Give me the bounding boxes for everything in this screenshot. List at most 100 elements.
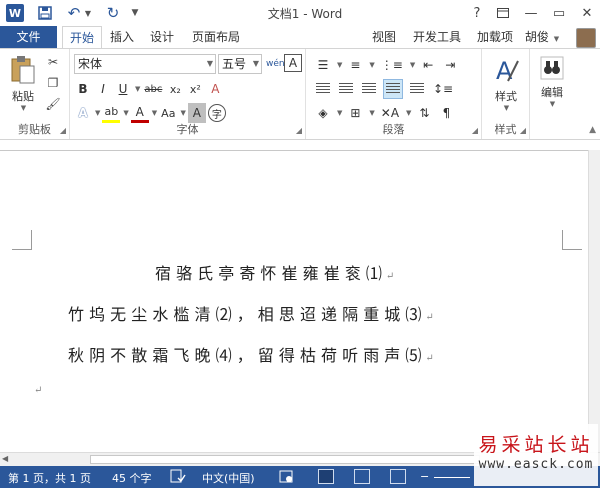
print-layout-icon[interactable] [354, 469, 370, 484]
tab-design[interactable]: 设计 [144, 26, 180, 48]
horizontal-scroll-thumb[interactable] [90, 455, 480, 464]
cut-icon[interactable]: ✂ [44, 53, 62, 71]
multilevel-list-button[interactable]: ⋮≡ [379, 55, 405, 75]
close-button[interactable]: ✕ [574, 3, 600, 23]
zoom-out-icon[interactable]: − [420, 470, 429, 483]
window-title: 文档1 - Word [267, 7, 343, 21]
customize-qat-icon[interactable]: ▼ [130, 4, 140, 22]
page-count[interactable]: 第 1 页，共 1 页 [8, 470, 91, 486]
font-name-select[interactable]: 宋体 ▼ [74, 54, 216, 74]
styles-button[interactable]: A 样式 ▼ [486, 55, 526, 112]
chevron-down-icon[interactable]: ▼ [369, 109, 374, 117]
doc-line-verse-2[interactable]: 秋 阴 不 散 霜 飞 晚 ⑷ ， 留 得 枯 荷 听 雨 声 ⑸ ↵ [0, 342, 588, 366]
font-color-button[interactable]: A [130, 103, 149, 123]
undo-button[interactable]: ↶ [64, 4, 84, 22]
font-launcher-icon[interactable]: ◢ [296, 126, 302, 135]
word-count[interactable]: 45 个字 [112, 470, 152, 486]
save-button[interactable] [36, 4, 54, 22]
chevron-down-icon[interactable]: ▼ [180, 109, 185, 117]
redo-icon: ↻ [106, 4, 120, 22]
tab-insert[interactable]: 插入 [104, 26, 140, 48]
line-spacing-button[interactable]: ↕≡ [431, 79, 455, 99]
text-effects-button[interactable]: A [74, 103, 92, 123]
doc-line-verse-1[interactable]: 竹 坞 无 尘 水 槛 清 ⑵ ， 相 思 迢 递 隔 重 城 ⑶ ↵ [0, 301, 588, 325]
tab-file[interactable]: 文件 [0, 26, 57, 48]
shading-button[interactable]: ◈ [314, 103, 332, 123]
help-button[interactable]: ? [464, 3, 490, 23]
character-border-button[interactable]: A [284, 54, 302, 72]
minimize-button[interactable]: — [518, 3, 544, 23]
bullets-button[interactable]: ☰ [314, 55, 332, 75]
chevron-down-icon[interactable]: ▼ [337, 109, 342, 117]
numbered-list-icon: ≡ [350, 58, 361, 72]
show-marks-button[interactable]: ¶ [437, 103, 455, 123]
doc-line-title[interactable]: 宿 骆 氏 亭 寄 怀 崔 雍 崔 衮 ⑴ ↵ [0, 260, 588, 284]
font-size-select[interactable]: 五号 ▼ [218, 54, 262, 74]
chevron-down-icon[interactable]: ▼ [410, 61, 415, 69]
copy-icon[interactable]: ❐ [44, 74, 62, 92]
underline-button[interactable]: U [114, 79, 132, 99]
chevron-down-icon[interactable]: ▼ [406, 109, 411, 117]
subscript-button[interactable]: x₂ [166, 79, 184, 99]
paragraph-launcher-icon[interactable]: ◢ [472, 126, 478, 135]
format-painter-icon[interactable]: 🖌 [44, 95, 62, 113]
ribbon-display-button[interactable] [490, 3, 516, 23]
italic-button[interactable]: I [94, 79, 112, 99]
underline-dropdown-icon[interactable]: ▼ [135, 85, 140, 93]
read-mode-icon[interactable] [318, 469, 334, 484]
user-account[interactable]: 胡俊 ▼ [524, 26, 560, 48]
bold-button[interactable]: B [74, 79, 92, 99]
change-case-button[interactable]: Aa [159, 103, 177, 123]
chevron-down-icon[interactable]: ▼ [123, 109, 128, 117]
paragraph-mark: ↵ [425, 312, 434, 323]
tab-developer[interactable]: 开发工具 [408, 26, 466, 48]
tab-home[interactable]: 开始 [62, 26, 102, 49]
tab-page-layout[interactable]: 页面布局 [186, 26, 246, 48]
align-center-button[interactable] [337, 79, 355, 99]
scroll-left-icon[interactable]: ◀ [2, 454, 8, 463]
collapse-ribbon-icon[interactable]: ▲ [589, 125, 596, 135]
styles-launcher-icon[interactable]: ◢ [520, 126, 526, 135]
distributed-button[interactable] [408, 79, 426, 99]
redo-button[interactable]: ↻ [104, 4, 122, 22]
clipboard-launcher-icon[interactable]: ◢ [60, 126, 66, 135]
align-right-button[interactable] [360, 79, 378, 99]
document-page[interactable]: 宿 骆 氏 亭 寄 怀 崔 雍 崔 衮 ⑴ ↵ 竹 坞 无 尘 水 槛 清 ⑵ ，… [0, 152, 588, 452]
paste-dropdown-icon: ▼ [20, 104, 27, 112]
superscript-button[interactable]: x² [186, 79, 204, 99]
increase-indent-button[interactable]: ⇥ [441, 55, 459, 75]
editing-button[interactable]: 编辑 ▼ [534, 55, 570, 108]
strikethrough-button[interactable]: abc [142, 79, 164, 99]
macro-record-icon[interactable] [278, 469, 294, 484]
binoculars-icon [540, 56, 564, 80]
justify-button[interactable] [383, 79, 403, 99]
numbering-button[interactable]: ≡ [346, 55, 364, 75]
chevron-down-icon[interactable]: ▼ [95, 109, 100, 117]
proofing-icon[interactable] [170, 469, 186, 484]
avatar[interactable] [576, 28, 596, 48]
chevron-down-icon[interactable]: ▼ [337, 61, 342, 69]
chevron-down-icon[interactable]: ▼ [152, 109, 157, 117]
zoom-slider[interactable] [434, 477, 470, 478]
language-indicator[interactable]: 中文(中国) [202, 470, 255, 486]
paste-button[interactable]: 粘贴 ▼ [6, 55, 40, 112]
web-layout-icon[interactable] [390, 469, 406, 484]
decrease-indent-button[interactable]: ⇤ [419, 55, 437, 75]
tab-addins[interactable]: 加载项 [472, 26, 518, 48]
vertical-scrollbar[interactable] [588, 150, 600, 452]
restore-button[interactable]: ▭ [546, 3, 572, 23]
highlight-button[interactable]: ab [102, 103, 121, 123]
undo-dropdown-icon[interactable]: ▼ [84, 4, 92, 22]
sort-button[interactable]: ⇅ [415, 103, 433, 123]
tab-view[interactable]: 视图 [366, 26, 402, 48]
borders-button[interactable]: ⊞ [346, 103, 364, 123]
character-shading-button[interactable]: A [187, 103, 206, 123]
align-right-icon [362, 83, 376, 95]
chinese-layout-button[interactable]: ✕A [379, 103, 401, 123]
chevron-down-icon[interactable]: ▼ [369, 61, 374, 69]
watermark-url: www.easck.com [478, 457, 594, 472]
clear-formatting-button[interactable]: A [206, 79, 224, 99]
enclose-characters-button[interactable]: 字 [207, 104, 226, 122]
align-left-button[interactable] [314, 79, 332, 99]
doc-line-empty[interactable]: ↵ [0, 378, 588, 397]
